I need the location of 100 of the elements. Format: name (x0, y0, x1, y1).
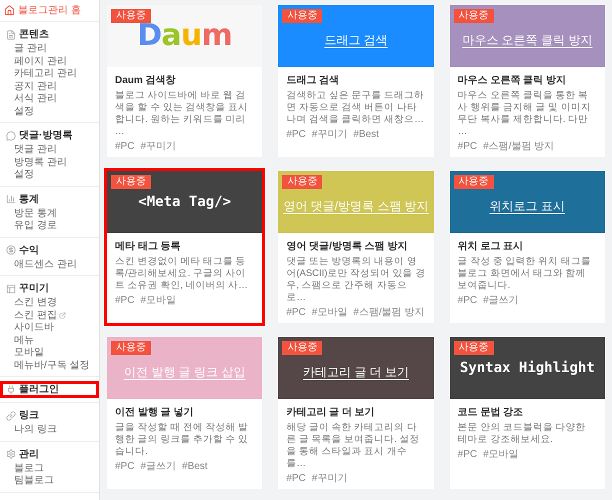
plugin-card[interactable]: 사용중 드래그 검색 드래그 검색 검색하고 싶은 문구를 드래그하면 자동으로 검색 버튼이 나타나며 검색을 클릭하면 새창으… #PC #꾸미기 #Best (275, 2, 437, 160)
plugin-description: 해당 글이 속한 카테고리의 다른 글 목록을 보여줍니다. 설정을 통해 스타일과 표시 개수를… (286, 422, 421, 470)
tag[interactable]: #PC (115, 461, 134, 473)
plugin-description: 글을 작성할 때 전에 작성해 발행한 글의 링크를 추가할 수 있습니다. (115, 422, 250, 458)
plugin-title: Daum 검색창 (115, 74, 177, 87)
section-title[interactable]: 꾸미기 (0, 280, 99, 297)
plugin-card[interactable]: 사용중 <Meta Tag/> 메타 태그 등록 스킨 변경없이 메타 태그를 등록/관리해보세요. 구글의 사이트 소유권 확인, 네이버의 사… #PC #모바일 (104, 168, 266, 326)
in-use-badge: 사용중 (111, 9, 151, 23)
plugin-title: 코드 문법 강조 (458, 406, 524, 419)
section-title[interactable]: 수익 (0, 242, 99, 258)
tag[interactable]: #꾸미기 (312, 473, 348, 485)
sidebar-item[interactable]: 페이지 관리 (0, 56, 99, 68)
sidebar-item[interactable]: 글 관리 (0, 43, 99, 56)
tag[interactable]: #Best (182, 461, 208, 473)
plugin-description: 스킨 변경없이 메타 태그를 등록/관리해보세요. 구글의 사이트 소유권 확인, 네이버의 사… (115, 256, 249, 292)
settings-icon (6, 449, 16, 459)
tag[interactable]: #PC (458, 449, 478, 461)
plugin-title: 마우스 오른쪽 클릭 방지 (458, 74, 567, 87)
plugin-title: 메타 태그 등록 (115, 240, 182, 253)
tag[interactable]: #PC (458, 295, 478, 307)
sidebar-item[interactable]: 방명록 관리 (0, 156, 99, 169)
in-use-badge: 사용중 (282, 341, 322, 355)
plugin-title: 카테고리 글 더 보기 (286, 406, 376, 419)
banner-text: 영어 댓글/방명록 스팸 방지 (283, 198, 429, 214)
tag[interactable]: #PC (115, 295, 134, 307)
sidebar-item[interactable]: 공지 관리 (0, 80, 99, 93)
tag[interactable]: #스팸/불펌 방지 (483, 141, 554, 153)
plugin-card[interactable]: 사용중 영어 댓글/방명록 스팸 방지 영어 댓글/방명록 스팸 방지 댓글 또는 방명록의 내용이 영어(ASCII)로만 작성되어 있을 경우, 스팸으로 간주해 자동으로… #PC #모바일 #스팸/불펌 방지 (275, 168, 437, 326)
tag[interactable]: #Best (353, 129, 379, 141)
tag[interactable]: #PC (286, 129, 306, 141)
banner-text: 위치로그 표시 (490, 198, 565, 214)
section-title[interactable]: 통계 (0, 190, 99, 208)
sidebar-item[interactable]: 애드센스 관리 (0, 258, 99, 271)
tag[interactable]: #PC (115, 141, 134, 153)
banner-text: 이전 발행 글 링크 삽입 (124, 364, 246, 380)
home-icon (4, 5, 15, 16)
sidebar-item[interactable]: 메뉴바/구독 설정 (0, 360, 99, 372)
home-link[interactable]: 블로그관리 홈 (0, 0, 99, 22)
plugin-title: 이전 발행 글 넣기 (115, 406, 194, 419)
in-use-badge: 사용중 (454, 341, 494, 355)
tag[interactable]: #글쓰기 (140, 461, 176, 473)
sidebar-item[interactable]: 모바일 (0, 347, 99, 360)
plugin-title: 드래그 검색 (286, 74, 340, 87)
document-icon (6, 30, 16, 40)
sidebar-item[interactable]: 사이드바 (0, 322, 99, 334)
section-title[interactable]: 댓글·방명록 (0, 127, 99, 144)
plugin-title: 위치 로그 표시 (458, 240, 524, 253)
sidebar-item[interactable]: 설정 (0, 106, 99, 118)
link-icon (6, 410, 16, 420)
section-title[interactable]: 콘텐츠 (0, 26, 99, 43)
banner-text: 카테고리 글 더 보기 (302, 364, 409, 380)
in-use-badge: 사용중 (111, 341, 151, 355)
section-title[interactable]: 관리 (0, 446, 99, 462)
plugin-description: 마우스 오른쪽 클릭을 통한 복사 행위를 금지해 글 및 이미지 무단 복사를 제한합니다. 다만 … (458, 90, 592, 138)
in-use-badge: 사용중 (454, 175, 494, 189)
plugin-description: 글 작성 중 입력한 위치 태그를 블로그 화면에서 태그와 함께 보여줍니다. (458, 256, 592, 292)
sidebar-item[interactable]: 유입 경로 (0, 220, 99, 232)
tag[interactable]: #글쓰기 (483, 295, 519, 307)
sidebar-item[interactable]: 카테고리 관리 (0, 68, 99, 80)
layout-icon (6, 284, 16, 294)
tag[interactable]: #모바일 (140, 295, 176, 307)
tag[interactable]: #모바일 (312, 307, 348, 319)
coin-icon (6, 245, 16, 255)
section-title[interactable]: 플러그인 (0, 381, 99, 398)
plugin-description: 블로그 사이드바에 바로 웹 검색을 할 수 있는 검색창을 표시합니다. 원하는 키워드를 미리 … (115, 90, 250, 138)
sidebar-item[interactable]: 나의 링크 (0, 424, 99, 436)
tag[interactable]: #모바일 (483, 449, 519, 461)
tag[interactable]: #PC (286, 307, 306, 319)
in-use-badge: 사용중 (454, 9, 494, 23)
in-use-badge: 사용중 (282, 9, 322, 23)
chat-bubble-icon (6, 130, 16, 140)
tag[interactable]: #스팸/불펌 방지 (353, 307, 424, 319)
in-use-badge: 사용중 (282, 175, 322, 189)
plugin-description: 검색하고 싶은 문구를 드래그하면 자동으로 검색 버튼이 나타나며 검색을 클릭하면 새창으… (286, 90, 426, 126)
sidebar-item[interactable]: 메뉴 (0, 334, 99, 347)
tag[interactable]: #꾸미기 (312, 129, 348, 141)
sidebar-item[interactable]: 방문 통계 (0, 208, 99, 220)
banner-text: 드래그 검색 (324, 32, 388, 48)
sidebar-item[interactable]: 블로그 (0, 462, 99, 475)
sidebar-item[interactable]: 설정 (0, 169, 99, 182)
tag[interactable]: #PC (458, 141, 478, 153)
plugin-card[interactable]: 사용중 카테고리 글 더 보기 카테고리 글 더 보기 해당 글이 속한 카테고리의 다른 글 목록을 보여줍니다. 설정을 통해 스타일과 표시 개수를… #PC #꾸미기 (275, 334, 437, 492)
sidebar-item[interactable]: 댓글 관리 (0, 144, 99, 156)
section-title[interactable]: 링크 (0, 407, 99, 424)
banner-text: 마우스 오른쪽 클릭 방지 (462, 32, 592, 48)
logo: Daum (137, 21, 232, 51)
plugin-title: 영어 댓글/방명록 스팸 방지 (286, 240, 408, 253)
sidebar-item[interactable]: 서식 관리 (0, 93, 99, 106)
tag[interactable]: #PC (286, 473, 306, 485)
plug-icon (6, 384, 16, 394)
sidebar-item[interactable]: 팀블로그 (0, 475, 99, 488)
tag[interactable]: #꾸미기 (140, 141, 176, 153)
banner-text: Syntax Highlight (460, 358, 595, 378)
sidebar-item[interactable]: 스킨 변경 (0, 297, 99, 310)
plugin-description: 댓글 또는 방명록의 내용이 영어(ASCII)로만 작성되어 있을 경우, 스팸으로 간주해 자동으로… (286, 256, 426, 304)
sidebar-item[interactable]: 스킨 편집 (0, 310, 99, 322)
external-link-icon (58, 312, 66, 320)
in-use-badge: 사용중 (111, 175, 151, 189)
banner-text: <Meta Tag/> (138, 192, 232, 212)
plugin-description: 본문 안의 코드블럭을 다양한 테마로 강조해보세요. (458, 422, 587, 446)
